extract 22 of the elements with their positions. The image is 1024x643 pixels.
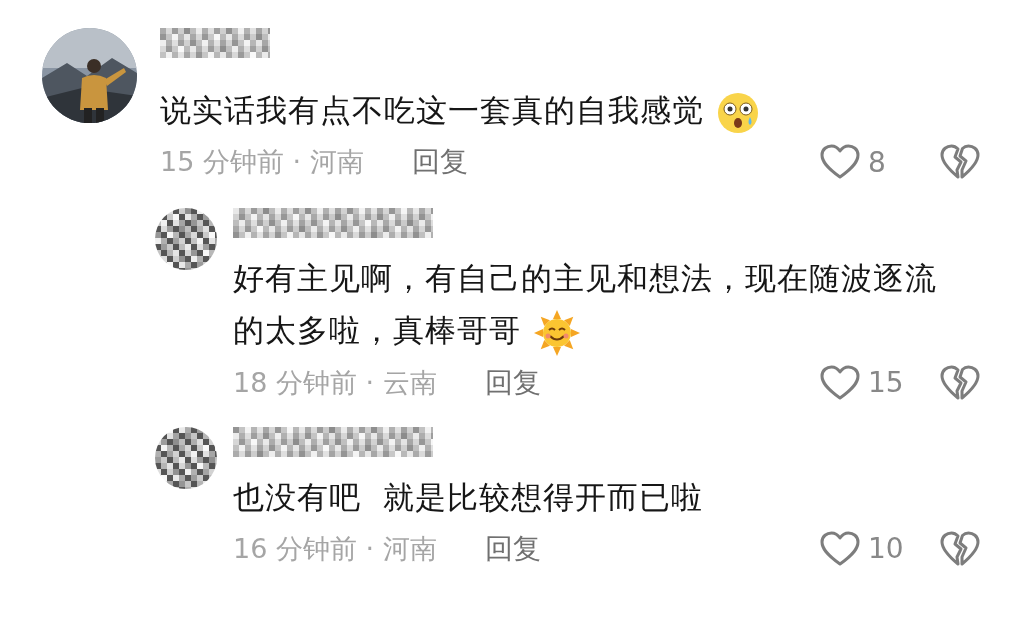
broken-heart-icon[interactable] bbox=[940, 364, 980, 401]
comment-time-location: 16 分钟前 · 河南 bbox=[233, 531, 437, 566]
reply-link[interactable]: 回复 bbox=[484, 529, 541, 568]
astonished-face-icon bbox=[716, 90, 760, 135]
comment-text: 好有主见啊，有自己的主见和想法，现在随波逐流的太多啦，真棒哥哥 bbox=[233, 252, 948, 357]
comment-time-location: 18 分钟前 · 云南 bbox=[233, 365, 437, 400]
like-count: 10 bbox=[868, 532, 904, 565]
like-count: 15 bbox=[868, 366, 904, 399]
comment-text: 也没有吧 就是比较想得开而已啦 bbox=[233, 477, 704, 517]
blurred-avatar bbox=[155, 208, 217, 270]
heart-icon[interactable] bbox=[820, 530, 860, 567]
broken-heart-icon[interactable] bbox=[940, 530, 980, 567]
like-count: 8 bbox=[868, 145, 886, 179]
broken-heart-icon[interactable] bbox=[940, 144, 980, 180]
heart-icon[interactable] bbox=[820, 364, 860, 401]
heart-icon[interactable] bbox=[820, 144, 860, 180]
reply-link[interactable]: 回复 bbox=[484, 363, 541, 402]
comment-time-location: 15 分钟前 · 河南 bbox=[160, 145, 364, 179]
reply-link[interactable]: 回复 bbox=[411, 143, 468, 181]
comment-text: 说实话我有点不吃这一套真的自我感觉 bbox=[160, 84, 875, 136]
blurred-avatar bbox=[155, 426, 217, 489]
smiling-sun-icon bbox=[533, 308, 581, 357]
